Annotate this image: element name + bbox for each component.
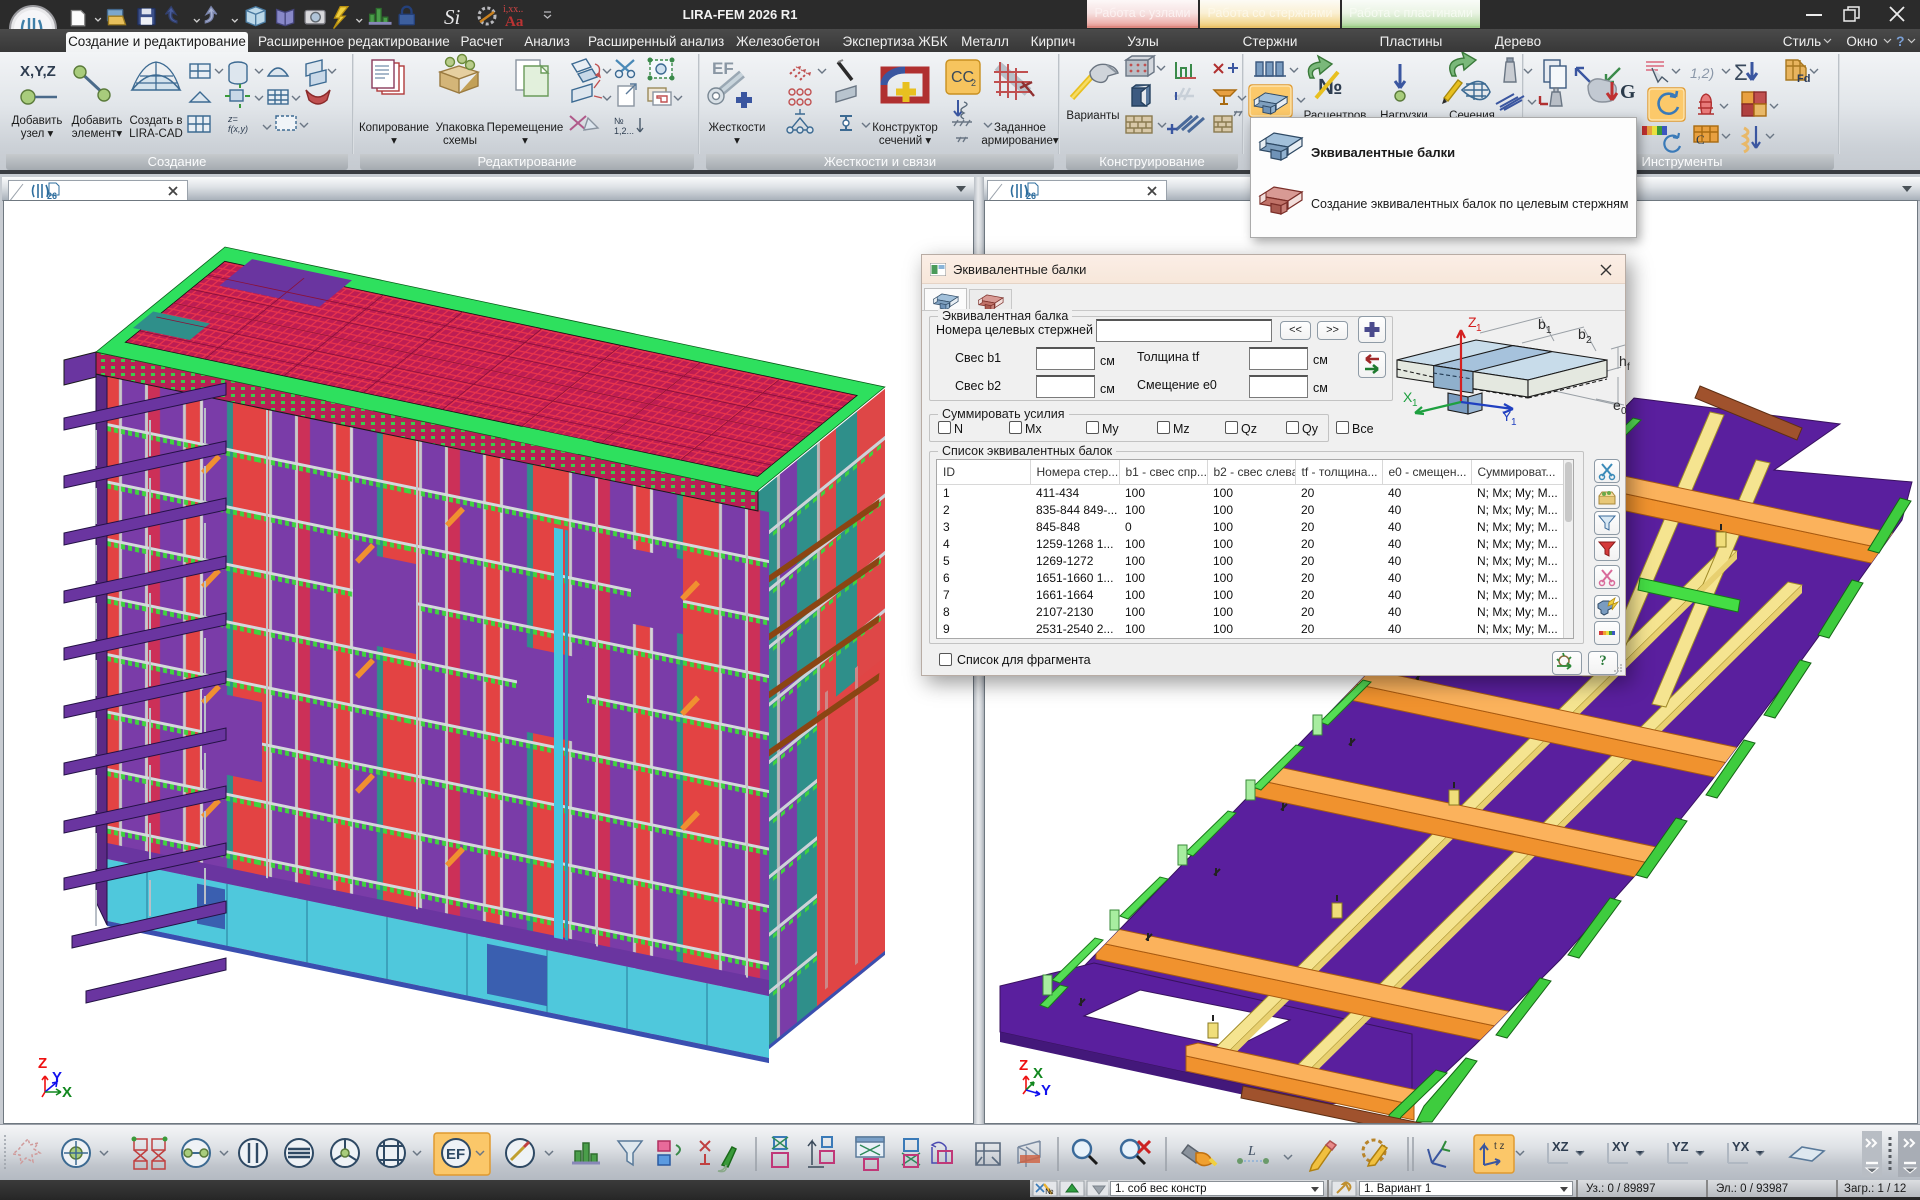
svg-text:Fd: Fd [1797,73,1810,85]
svg-text:t z: t z [1494,1141,1505,1152]
svg-text:EF: EF [446,1146,465,1163]
svg-text:h: h [1619,353,1627,369]
svg-text:L: L [1247,1144,1256,1159]
svg-text:f: f [1627,362,1630,373]
svg-text:№: № [1318,74,1343,99]
svg-text:1: 1 [1476,323,1482,334]
svg-text:G: G [1620,81,1636,103]
svg-text:№: № [614,116,624,126]
svg-text:0: 0 [1621,406,1627,417]
svg-text:Aa: Aa [505,14,524,29]
svg-text:b: b [1538,316,1546,332]
svg-text:1,2...: 1,2... [614,126,634,136]
svg-text:2: 2 [1586,335,1592,346]
svg-text:№: № [1045,1187,1054,1196]
svg-text:EF: EF [712,59,734,78]
svg-text:X: X [62,1084,72,1101]
svg-text:XY: XY [1612,1139,1630,1154]
svg-text:YZ: YZ [1672,1139,1689,1154]
svg-text:e: e [1613,397,1621,413]
svg-text:Z: Z [1019,1057,1028,1074]
svg-text:f(x,y): f(x,y) [228,124,248,134]
svg-text:b: b [1578,326,1586,342]
svg-text:YX: YX [1732,1139,1750,1154]
svg-text:XZ: XZ [1552,1139,1569,1154]
svg-text:2: 2 [971,78,976,88]
svg-text:Z: Z [38,1055,47,1072]
svg-text:X,Y,Z: X,Y,Z [20,63,56,80]
svg-text:Si: Si [444,5,461,29]
svg-text:C: C [1696,132,1705,147]
svg-text:1: 1 [1412,398,1418,409]
svg-text:Σ: Σ [1734,60,1748,85]
svg-text:X: X [1033,1065,1043,1082]
svg-text:Y: Y [1041,1082,1051,1099]
svg-text:?: ? [1896,33,1905,49]
svg-text:1: 1 [1511,417,1517,428]
svg-text:1,2): 1,2) [1690,65,1714,81]
svg-text:1: 1 [1546,325,1552,336]
svg-text:z=: z= [227,114,238,124]
